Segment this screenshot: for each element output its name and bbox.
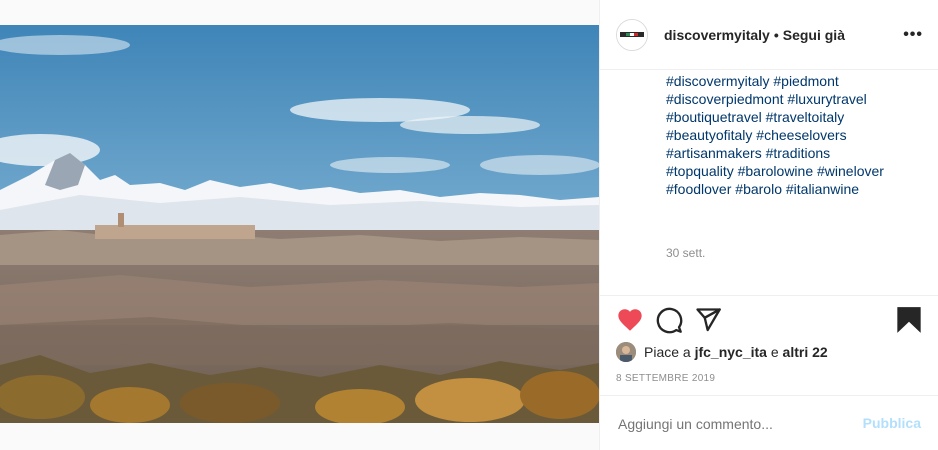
hashtag-link[interactable]: #luxurytravel	[787, 91, 866, 107]
share-button[interactable]	[694, 306, 722, 334]
relative-timestamp[interactable]: 30 sett.	[666, 246, 705, 260]
post-header: discovermyitaly • Segui già •••	[600, 0, 938, 70]
hashtag-link[interactable]: #italianwine	[786, 181, 859, 197]
hashtag-link[interactable]: #topquality	[666, 163, 734, 179]
logo-icon	[617, 20, 647, 50]
hashtag-link[interactable]: #foodlover	[666, 181, 731, 197]
hashtag-link[interactable]: #winelover	[817, 163, 884, 179]
hashtag-link[interactable]: #beautyofitaly	[666, 127, 752, 143]
follow-status-button[interactable]: Segui già	[783, 27, 845, 43]
hashtag-link[interactable]: #barolowine	[738, 163, 814, 179]
post-modal: discovermyitaly • Segui già ••• #discoverm…	[0, 0, 938, 450]
username-link[interactable]: discovermyitaly	[664, 27, 770, 43]
post-photo[interactable]	[0, 25, 599, 423]
landscape-image	[0, 25, 599, 423]
person-photo-icon	[616, 342, 636, 362]
comment-input[interactable]	[616, 415, 840, 433]
liker-avatar[interactable]	[616, 342, 636, 362]
publish-button[interactable]: Pubblica	[863, 415, 921, 431]
hashtag-link[interactable]: #cheeselovers	[756, 127, 846, 143]
hashtag-link[interactable]: #traditions	[766, 145, 831, 161]
like-button[interactable]	[616, 306, 644, 334]
more-options-button[interactable]: •••	[903, 26, 923, 44]
comment-form: Pubblica	[600, 395, 938, 450]
hashtag-link[interactable]: #artisanmakers	[666, 145, 762, 161]
hashtag-link[interactable]: #traveltoitaly	[766, 109, 845, 125]
hashtag-link[interactable]: #discovermyitaly	[666, 73, 769, 89]
hashtag-link[interactable]: #boutiquetravel	[666, 109, 762, 125]
liker-username-link[interactable]: jfc_nyc_ita	[695, 344, 767, 360]
bookmark-filled-icon	[897, 307, 921, 333]
likes-prefix: Piace a	[644, 344, 691, 360]
separator-dot: •	[773, 27, 779, 43]
hashtag-link[interactable]: #piedmont	[773, 73, 838, 89]
ellipsis-icon: •••	[903, 26, 923, 43]
action-bar	[600, 295, 938, 345]
username-row: discovermyitaly • Segui già	[664, 27, 845, 43]
caption-hashtags: #discovermyitaly #piedmont #discoverpied…	[666, 72, 926, 198]
speech-bubble-icon	[656, 307, 683, 334]
comment-button[interactable]	[655, 306, 683, 334]
likes-conjunction: e	[770, 344, 779, 360]
post-sidebar: discovermyitaly • Segui già ••• #discoverm…	[599, 0, 938, 450]
save-button[interactable]	[895, 306, 923, 334]
hashtag-link[interactable]: #discoverpiedmont	[666, 91, 784, 107]
profile-avatar[interactable]	[616, 19, 648, 51]
likes-summary: Piace a jfc_nyc_ita e altri 22	[616, 341, 828, 363]
heart-filled-icon	[618, 309, 642, 331]
likes-others-link[interactable]: altri 22	[783, 344, 828, 360]
post-date[interactable]: 8 SETTEMBRE 2019	[616, 373, 715, 384]
paper-plane-icon	[696, 308, 721, 332]
hashtag-link[interactable]: #barolo	[735, 181, 782, 197]
